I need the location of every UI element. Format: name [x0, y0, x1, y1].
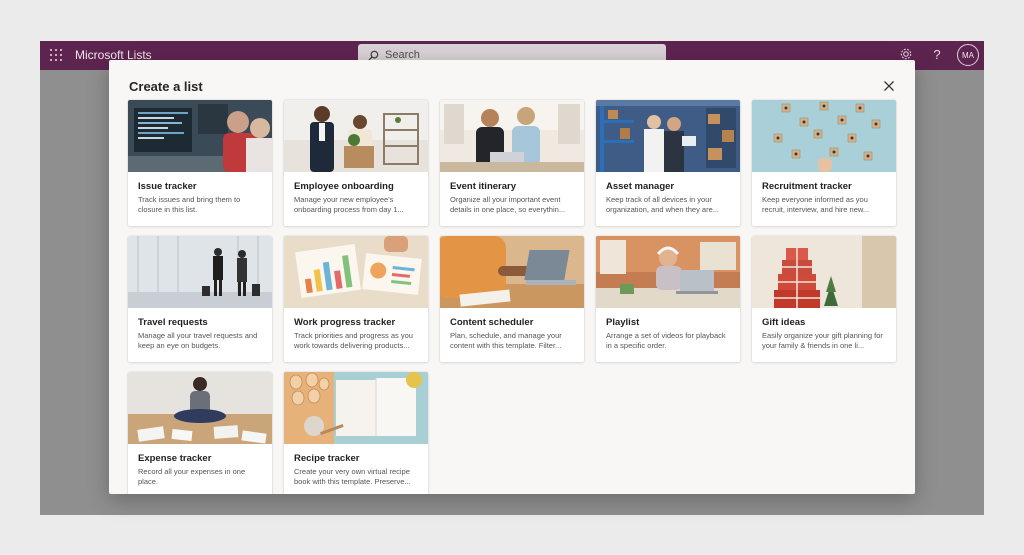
recruitment-tracker-image: [752, 100, 896, 172]
template-title: Content scheduler: [450, 317, 534, 328]
template-description: Create your very own virtual recipe book…: [294, 467, 411, 486]
template-description: Manage your new employee's onboarding pr…: [294, 195, 404, 214]
template-title: Travel requests: [138, 317, 208, 328]
gift-ideas-image: [752, 236, 896, 308]
template-card-employee-onboarding[interactable]: Employee onboarding Manage your new empl…: [284, 100, 428, 226]
template-title: Expense tracker: [138, 453, 212, 464]
asset-manager-image: [596, 100, 740, 172]
create-list-dialog: Create a list Issue tracker Track issues…: [109, 60, 915, 494]
template-card-asset-manager[interactable]: Asset manager Keep track of all devices …: [596, 100, 740, 226]
template-title: Event itinerary: [450, 181, 516, 192]
search-icon: [368, 50, 379, 61]
template-title: Employee onboarding: [294, 181, 394, 192]
template-description: Record all your expenses in one place.: [138, 467, 246, 486]
issue-tracker-image: [128, 100, 272, 172]
expense-tracker-image: [128, 372, 272, 444]
template-description: Easily organize your gift planning for y…: [762, 331, 883, 350]
template-title: Recruitment tracker: [762, 181, 852, 192]
template-card-event-itinerary[interactable]: Event itinerary Organize all your import…: [440, 100, 584, 226]
template-card-recipe-tracker[interactable]: Recipe tracker Create your very own virt…: [284, 372, 428, 494]
work-progress-tracker-image: [284, 236, 428, 308]
template-description: Plan, schedule, and manage your content …: [450, 331, 562, 350]
template-card-work-progress-tracker[interactable]: Work progress tracker Track priorities a…: [284, 236, 428, 362]
travel-requests-image: [128, 236, 272, 308]
close-icon[interactable]: [881, 78, 897, 94]
playlist-image: [596, 236, 740, 308]
recipe-tracker-image: [284, 372, 428, 444]
template-description: Organize all your important event detail…: [450, 195, 566, 214]
template-description: Manage all your travel requests and keep…: [138, 331, 258, 350]
app-launcher-icon[interactable]: [50, 49, 62, 61]
template-description: Keep everyone informed as you recruit, i…: [762, 195, 870, 214]
employee-onboarding-image: [284, 100, 428, 172]
template-title: Asset manager: [606, 181, 675, 192]
template-description: Track issues and bring them to closure i…: [138, 195, 241, 214]
dialog-title: Create a list: [129, 79, 203, 94]
template-card-travel-requests[interactable]: Travel requests Manage all your travel r…: [128, 236, 272, 362]
avatar[interactable]: MA: [957, 44, 979, 66]
template-description: Keep track of all devices in your organi…: [606, 195, 719, 214]
template-card-recruitment-tracker[interactable]: Recruitment tracker Keep everyone inform…: [752, 100, 896, 226]
template-title: Recipe tracker: [294, 453, 360, 464]
template-title: Gift ideas: [762, 317, 806, 328]
template-description: Track priorities and progress as you wor…: [294, 331, 413, 350]
event-itinerary-image: [440, 100, 584, 172]
template-card-expense-tracker[interactable]: Expense tracker Record all your expenses…: [128, 372, 272, 494]
template-card-playlist[interactable]: Playlist Arrange a set of videos for pla…: [596, 236, 740, 362]
template-title: Work progress tracker: [294, 317, 396, 328]
template-title: Playlist: [606, 317, 640, 328]
template-description: Arrange a set of videos for playback in …: [606, 331, 726, 350]
template-card-issue-tracker[interactable]: Issue tracker Track issues and bring the…: [128, 100, 272, 226]
template-card-content-scheduler[interactable]: Content scheduler Plan, schedule, and ma…: [440, 236, 584, 362]
content-scheduler-image: [440, 236, 584, 308]
help-icon[interactable]: ?: [929, 47, 945, 63]
template-card-gift-ideas[interactable]: Gift ideas Easily organize your gift pla…: [752, 236, 896, 362]
template-title: Issue tracker: [138, 181, 197, 192]
